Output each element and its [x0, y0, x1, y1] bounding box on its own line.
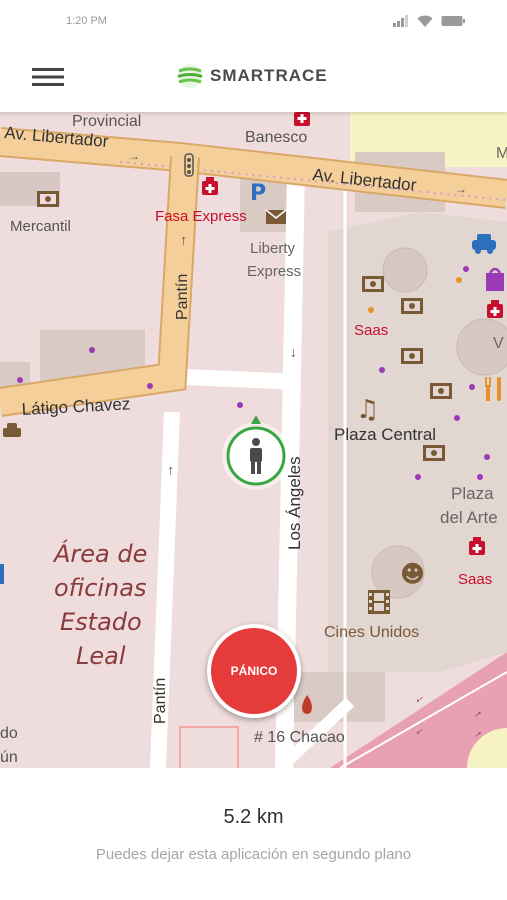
- label-leal: Leal: [76, 642, 126, 670]
- battery-icon: [441, 16, 465, 26]
- label-plaza-central: Plaza Central: [334, 425, 436, 444]
- label-edge-v: V: [493, 335, 504, 352]
- car-icon: [3, 423, 21, 437]
- svg-text:→: →: [173, 234, 189, 248]
- bank-icon: [430, 383, 452, 399]
- pharmacy-icon: [294, 112, 310, 126]
- label-pantin-top: Pantín: [174, 274, 191, 320]
- svg-text:←: ←: [410, 689, 428, 707]
- label-cines-unidos: Cines Unidos: [324, 624, 419, 641]
- app-logo: SMARTRACE: [176, 60, 328, 92]
- label-provincial: Provincial: [72, 113, 141, 130]
- edge-marker-left: [0, 564, 4, 584]
- map-road-cross: [184, 369, 301, 390]
- background-hint: Puedes dejar esta aplicación en segundo …: [95, 846, 412, 863]
- label-fasa-express: Fasa Express: [155, 208, 247, 225]
- bank-icon: [401, 348, 423, 364]
- svg-text:→: →: [128, 149, 140, 163]
- menu-button[interactable]: [30, 62, 66, 92]
- label-chacao: # 16 Chacao: [254, 729, 345, 746]
- label-plaza: Plaza: [451, 484, 494, 503]
- label-saas-top: Saas: [354, 322, 388, 339]
- label-liberty: Liberty: [250, 240, 296, 257]
- post-office-icon: [265, 209, 287, 224]
- hamburger-menu-icon: [32, 68, 64, 86]
- bank-icon: [362, 276, 384, 292]
- parking-icon: P: [250, 181, 266, 206]
- music-venue-icon: ♫: [356, 395, 379, 425]
- svg-text:→: →: [288, 346, 304, 360]
- app-title: SMARTRACE: [210, 66, 328, 85]
- bank-icon: [401, 298, 423, 314]
- svg-text:→: →: [455, 182, 467, 196]
- label-area-de: Área de: [52, 539, 147, 568]
- label-liberty-express: Express: [247, 263, 301, 280]
- label-del-arte: del Arte: [440, 508, 498, 527]
- panic-button[interactable]: PÁNICO: [207, 624, 301, 718]
- bottom-panel: 5.2 km Puedes dejar esta aplicación en s…: [0, 768, 507, 900]
- label-los-angeles: Los Ángeles: [285, 456, 304, 550]
- map-round-1: [382, 247, 428, 293]
- theatre-icon: ☻: [400, 560, 425, 588]
- pharmacy-icon: [202, 177, 218, 195]
- panic-button-label: PÁNICO: [230, 664, 278, 678]
- distance-value: 5.2 km: [223, 806, 284, 828]
- bank-icon: [37, 191, 59, 207]
- label-edge-un: ún: [0, 749, 18, 766]
- label-banesco: Banesco: [245, 129, 307, 146]
- label-edge-do: do: [0, 725, 18, 742]
- status-bar: 1:20 PM: [0, 0, 507, 44]
- bank-icon: [423, 445, 445, 461]
- traffic-signal-icon: [184, 153, 194, 177]
- signal-icon: [393, 15, 408, 27]
- label-saas-bottom: Saas: [458, 571, 492, 588]
- svg-text:→: →: [160, 464, 176, 478]
- label-oficinas: oficinas: [54, 574, 146, 602]
- map-footway-box: [179, 726, 239, 768]
- cinema-icon: [368, 590, 390, 614]
- label-estado: Estado: [60, 608, 142, 636]
- user-location-marker: [222, 415, 290, 490]
- wifi-icon: [417, 15, 433, 27]
- fire-station-icon: [294, 692, 320, 718]
- app-bar: SMARTRACE: [0, 44, 507, 112]
- status-icons: [393, 13, 465, 29]
- status-time: 1:20 PM: [66, 15, 107, 27]
- label-edge-m: M: [496, 145, 507, 162]
- label-mercantil: Mercantil: [10, 218, 71, 235]
- label-pantin-bottom: Pantín: [152, 678, 169, 724]
- smartrace-logo-icon: [177, 64, 203, 88]
